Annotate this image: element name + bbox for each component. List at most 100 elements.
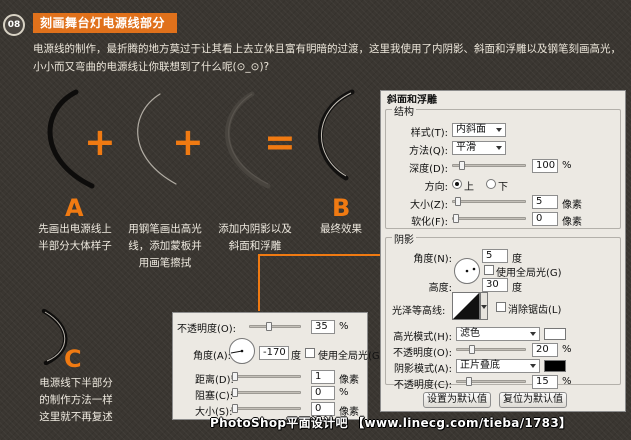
antialias-checkbox[interactable] — [496, 302, 506, 312]
shading-legend: 阴影 — [392, 231, 416, 246]
choke-slider-thumb[interactable] — [232, 388, 238, 397]
structure-legend: 结构 — [392, 103, 416, 118]
size-slider[interactable] — [231, 404, 301, 413]
caption-step-2: 用钢笔画出高光 线，添加蒙板并 用画笔擦拭 — [128, 223, 202, 269]
shading-angle-label: 角度(N): — [413, 254, 452, 265]
bevel-emboss-panel: 斜面和浮雕 结构 样式(T): 内斜面 方法(Q): 平滑 深度(D): 100… — [380, 90, 626, 412]
watermark-text: PhotoShop平面设计吧 【www.linecg.com/tieba/178… — [210, 416, 572, 430]
bevel-size-label: 大小(Z): — [409, 200, 448, 211]
structure-group: 结构 样式(T): 内斜面 方法(Q): 平滑 深度(D): 100 % 方向:… — [385, 103, 621, 229]
depth-slider-thumb[interactable] — [459, 161, 465, 170]
soften-unit: 像素 — [562, 217, 582, 228]
technique-select[interactable]: 平滑 — [452, 141, 506, 155]
highlight-opacity-slider-thumb[interactable] — [469, 345, 475, 354]
shading-angle-needle — [465, 267, 476, 273]
global-light-checkbox[interactable] — [305, 348, 315, 358]
chevron-down-icon — [481, 305, 487, 309]
depth-unit: % — [562, 160, 572, 171]
shadow-mode-select[interactable]: 正片叠底 — [456, 359, 540, 373]
shadow-opacity-slider[interactable] — [456, 377, 526, 386]
distance-input[interactable]: 1 — [311, 370, 335, 384]
chevron-down-icon — [496, 128, 502, 132]
choke-label: 阻塞(C): — [195, 391, 234, 402]
chevron-down-icon — [530, 364, 536, 368]
step-letter-c: C — [64, 345, 82, 373]
size-slider-thumb[interactable] — [232, 404, 238, 413]
shadow-color-swatch[interactable] — [544, 360, 566, 372]
altitude-unit: 度 — [512, 283, 522, 294]
make-default-button[interactable]: 设置为默认值 — [423, 392, 491, 408]
step-number-badge: 08 — [3, 14, 25, 36]
soften-slider-thumb[interactable] — [453, 214, 459, 223]
opacity-input[interactable]: 35 — [311, 320, 335, 334]
distance-unit: 像素 — [339, 375, 359, 386]
cable-stage-b — [318, 89, 355, 181]
highlight-color-swatch[interactable] — [544, 328, 566, 340]
global-light-label: 使用全局光(G) — [318, 351, 384, 362]
reset-default-button[interactable]: 复位为默认值 — [499, 392, 567, 408]
equals-sign: = — [264, 120, 296, 164]
direction-up-radio[interactable] — [452, 179, 462, 189]
choke-slider[interactable] — [231, 388, 301, 397]
opacity-slider[interactable] — [249, 322, 301, 331]
highlight-mode-label: 高光模式(H): — [393, 332, 452, 343]
shading-group: 阴影 角度(N): 5 度 使用全局光(G) 高度: 30 度 光泽等高线: 消… — [385, 231, 621, 391]
bevel-size-slider-thumb[interactable] — [455, 197, 461, 206]
angle-input[interactable]: -170 — [259, 346, 289, 360]
shadow-mode-label: 阴影模式(A): — [393, 364, 452, 375]
shading-global-light-checkbox[interactable] — [484, 265, 494, 275]
shadow-opacity-input[interactable]: 15 — [532, 375, 558, 389]
depth-input[interactable]: 100 — [532, 159, 558, 173]
direction-label: 方向: — [424, 182, 448, 193]
antialias-label: 消除锯齿(L) — [508, 305, 562, 316]
connector-line — [258, 254, 382, 256]
inner-shadow-panel: 不透明度(O): 35 % 角度(A): -170 度 使用全局光(G) 距离(… — [172, 312, 384, 420]
angle-dial[interactable] — [229, 338, 255, 364]
caption-step-4: 最终效果 — [320, 223, 362, 235]
highlight-opacity-label: 不透明度(O): — [392, 348, 452, 359]
choke-input[interactable]: 0 — [311, 386, 335, 400]
opacity-slider-thumb[interactable] — [266, 322, 272, 331]
depth-label: 深度(D): — [409, 164, 448, 175]
caption-step-1: 先画出电源线上 半部分大体样子 — [38, 223, 112, 252]
chevron-down-icon — [496, 146, 502, 150]
soften-slider[interactable] — [452, 214, 526, 223]
highlight-opacity-slider[interactable] — [456, 345, 526, 354]
style-select[interactable]: 内斜面 — [452, 123, 506, 137]
shadow-opacity-label: 不透明度(C): — [393, 380, 452, 391]
shading-angle-dial[interactable] — [454, 258, 480, 284]
highlight-opacity-input[interactable]: 20 — [532, 343, 558, 357]
step-letter-a: A — [65, 194, 84, 222]
shadow-opacity-unit: % — [562, 376, 572, 387]
distance-slider[interactable] — [231, 372, 301, 381]
shadow-opacity-slider-thumb[interactable] — [466, 377, 472, 386]
soften-label: 软化(F): — [411, 217, 448, 228]
caption-step-5: 电源线下半部分 的制作方法一样 这里就不再复述 — [39, 377, 113, 423]
shading-angle-unit: 度 — [512, 254, 522, 265]
highlight-opacity-unit: % — [562, 344, 572, 355]
plus-sign: + — [172, 120, 204, 164]
gloss-contour-dropdown[interactable] — [480, 292, 488, 320]
shading-angle-input[interactable]: 5 — [482, 249, 508, 263]
bevel-size-input[interactable]: 5 — [532, 195, 558, 209]
gloss-contour-preview[interactable] — [452, 292, 480, 320]
altitude-input[interactable]: 30 — [482, 278, 508, 292]
contour-curve-icon — [453, 293, 479, 319]
gloss-contour-label: 光泽等高线: — [392, 306, 446, 317]
shading-global-light-label: 使用全局光(G) — [496, 268, 562, 279]
soften-input[interactable]: 0 — [532, 212, 558, 226]
distance-label: 距离(D): — [195, 375, 234, 386]
bevel-size-slider[interactable] — [452, 197, 526, 206]
highlight-mode-select[interactable]: 滤色 — [456, 327, 540, 341]
chevron-down-icon — [530, 332, 536, 336]
cable-stage-highlight — [137, 93, 177, 185]
style-label: 样式(T): — [410, 128, 448, 139]
depth-slider[interactable] — [452, 161, 526, 170]
distance-slider-thumb[interactable] — [232, 372, 238, 381]
direction-down-label: 下 — [498, 182, 508, 193]
direction-down-radio[interactable] — [486, 179, 496, 189]
altitude-label: 高度: — [428, 283, 452, 294]
angle-label: 角度(A): — [193, 351, 232, 362]
direction-up-label: 上 — [464, 182, 474, 193]
connector-line — [258, 254, 260, 311]
